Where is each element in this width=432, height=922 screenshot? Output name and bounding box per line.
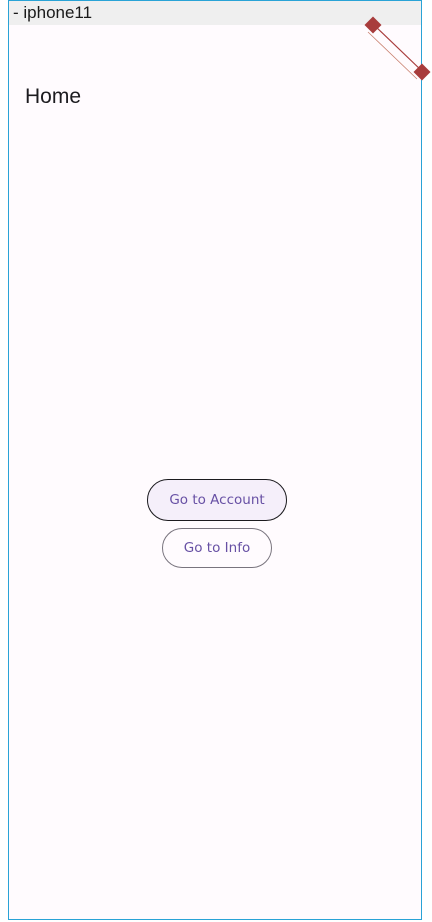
device-label: - iphone11	[13, 3, 93, 22]
go-to-account-button[interactable]: Go to Account	[147, 479, 287, 521]
device-frame: - iphone11 Home Go to Account Go to Info	[8, 0, 422, 920]
go-to-info-button[interactable]: Go to Info	[162, 528, 272, 568]
go-to-account-label: Go to Account	[169, 492, 265, 508]
device-label-bar: - iphone11	[9, 1, 421, 25]
page-title: Home	[25, 85, 82, 108]
go-to-info-label: Go to Info	[183, 540, 251, 556]
